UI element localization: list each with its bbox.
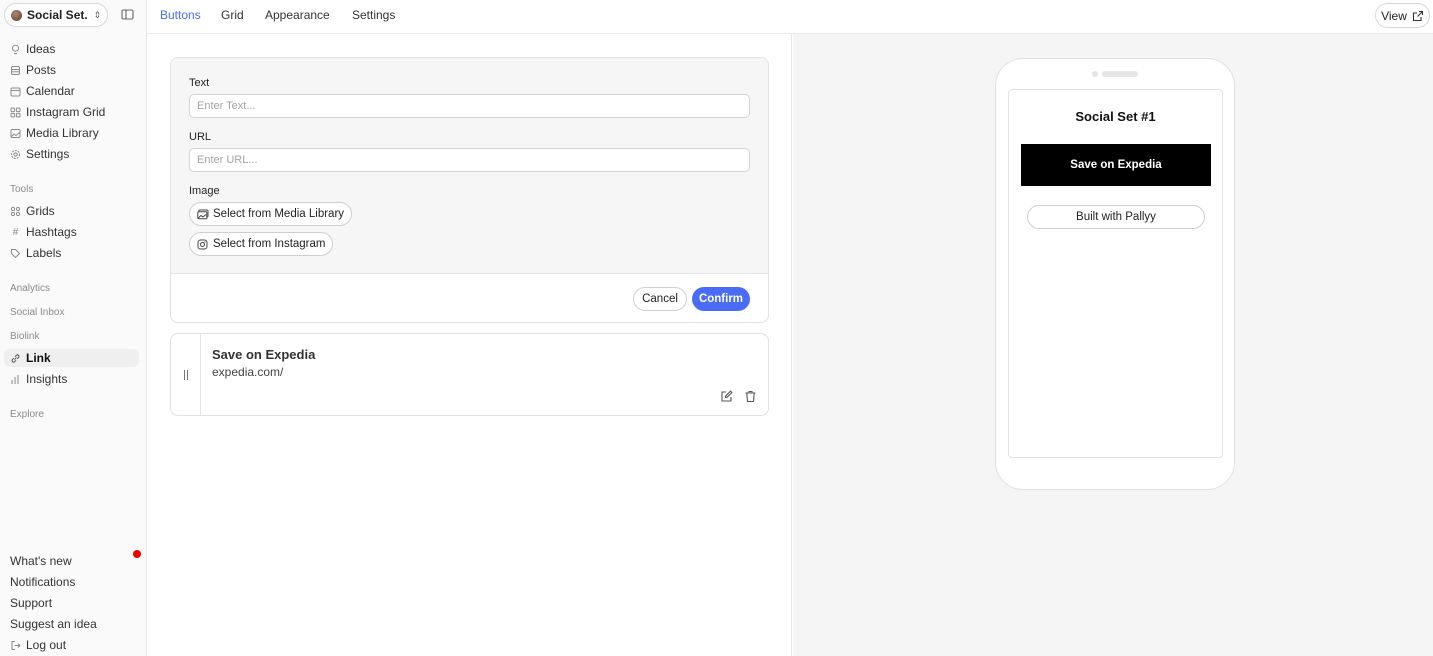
link-button-item: Save on Expedia expedia.com/ xyxy=(170,333,769,416)
logout-icon xyxy=(10,640,21,651)
sidebar-item-label: Grids xyxy=(26,204,55,218)
image-icon xyxy=(10,128,21,139)
sidebar-item-hashtags[interactable]: # Hashtags xyxy=(10,223,77,241)
add-button-form: Text URL Image Select from Media Library… xyxy=(170,57,769,323)
sidebar-item-posts[interactable]: Posts xyxy=(10,61,56,79)
sidebar-item-label: Hashtags xyxy=(26,225,77,239)
section-label-analytics[interactable]: Analytics xyxy=(10,283,50,294)
button-editor-panel: Text URL Image Select from Media Library… xyxy=(147,34,792,656)
sidebar-item-label: Insights xyxy=(26,372,68,386)
tab-grid[interactable]: Grid xyxy=(221,8,244,22)
sidebar-item-insights[interactable]: Insights xyxy=(10,370,67,388)
phone-speaker xyxy=(1102,71,1138,77)
tab-settings[interactable]: Settings xyxy=(352,8,395,22)
notifications-link[interactable]: Notifications xyxy=(10,575,75,589)
sidebar: Social Set... ⇕ Ideas Posts Calendar Ins… xyxy=(0,0,147,656)
phone-camera xyxy=(1092,71,1098,77)
sidebar-toggle-icon[interactable] xyxy=(121,8,134,21)
sidebar-item-settings[interactable]: Settings xyxy=(10,145,69,163)
sidebar-item-label: Settings xyxy=(26,147,70,161)
phone-mockup: Social Set #1 Save on Expedia Built with… xyxy=(995,58,1235,490)
workspace-name: Social Set... xyxy=(27,8,89,22)
lightbulb-icon xyxy=(10,44,21,55)
sidebar-item-media-library[interactable]: Media Library xyxy=(10,124,99,142)
image-label: Image xyxy=(189,185,220,197)
preview-link-button[interactable]: Save on Expedia xyxy=(1021,144,1211,186)
sidebar-item-label: Posts xyxy=(26,63,57,77)
top-tab-bar: Buttons Grid Appearance Settings View xyxy=(147,0,1433,34)
grid-icon xyxy=(10,206,21,217)
text-input[interactable] xyxy=(189,94,750,118)
url-input[interactable] xyxy=(189,148,750,172)
chevron-up-down-icon: ⇕ xyxy=(93,9,101,20)
built-with-badge[interactable]: Built with Pallyy xyxy=(1027,205,1205,229)
section-label-tools: Tools xyxy=(10,184,34,195)
link-item-title: Save on Expedia xyxy=(212,347,316,362)
sidebar-item-calendar[interactable]: Calendar xyxy=(10,82,75,100)
gear-icon xyxy=(10,149,21,160)
preview-title: Social Set #1 xyxy=(1075,109,1156,124)
select-from-media-library-button[interactable]: Select from Media Library xyxy=(189,202,353,226)
sidebar-item-label: Link xyxy=(26,351,51,365)
trash-icon[interactable] xyxy=(744,390,757,403)
sidebar-item-ideas[interactable]: Ideas xyxy=(10,40,55,58)
suggest-idea-link[interactable]: Suggest an idea xyxy=(10,617,97,631)
sidebar-item-instagram-grid[interactable]: Instagram Grid xyxy=(10,103,105,121)
hash-icon: # xyxy=(12,226,19,238)
edit-icon[interactable] xyxy=(720,390,733,403)
link-icon xyxy=(10,353,21,364)
bar-chart-icon xyxy=(10,374,21,385)
text-label: Text xyxy=(189,77,210,89)
grid-icon xyxy=(10,107,21,118)
calendar-icon xyxy=(10,86,21,97)
workspace-avatar xyxy=(11,9,22,21)
drag-handle[interactable] xyxy=(171,334,201,415)
section-label-social-inbox[interactable]: Social Inbox xyxy=(10,307,64,318)
section-label-explore[interactable]: Explore xyxy=(10,409,44,420)
media-library-button-label: Select from Media Library xyxy=(213,208,345,220)
form-body: Text URL Image Select from Media Library… xyxy=(171,58,768,274)
drag-handle-icon xyxy=(182,369,190,381)
view-label: View xyxy=(1381,8,1407,23)
tag-icon xyxy=(10,248,21,259)
sidebar-item-label: Calendar xyxy=(26,84,75,98)
sidebar-item-label: Labels xyxy=(26,246,62,260)
instagram-button-label: Select from Instagram xyxy=(213,238,326,250)
sidebar-item-labels[interactable]: Labels xyxy=(10,244,61,262)
select-from-instagram-button[interactable]: Select from Instagram xyxy=(189,232,334,256)
workspace-switcher[interactable]: Social Set... ⇕ xyxy=(4,3,108,27)
logout-label: Log out xyxy=(26,638,67,652)
sidebar-item-link[interactable]: Link xyxy=(4,349,139,367)
whats-new-link[interactable]: What's new xyxy=(10,554,72,568)
notification-dot xyxy=(133,550,141,558)
section-label-biolink: Biolink xyxy=(10,331,40,342)
sidebar-item-grids[interactable]: Grids xyxy=(10,202,55,220)
sidebar-item-label: Media Library xyxy=(26,126,99,140)
preview-panel: Social Set #1 Save on Expedia Built with… xyxy=(793,34,1433,656)
image-icon xyxy=(197,209,209,220)
tab-appearance[interactable]: Appearance xyxy=(265,8,330,22)
url-label: URL xyxy=(189,131,212,143)
stack-icon xyxy=(10,65,21,76)
sidebar-item-label: Instagram Grid xyxy=(26,105,106,119)
tab-buttons[interactable]: Buttons xyxy=(160,8,201,22)
confirm-button[interactable]: Confirm xyxy=(692,287,750,311)
link-item-url: expedia.com/ xyxy=(212,365,284,379)
cancel-button[interactable]: Cancel xyxy=(633,287,687,311)
instagram-icon xyxy=(197,239,208,250)
logout-link[interactable]: Log out xyxy=(10,636,66,654)
sidebar-item-label: Ideas xyxy=(26,42,56,56)
support-link[interactable]: Support xyxy=(10,596,52,610)
view-button[interactable]: View xyxy=(1375,3,1430,28)
phone-screen: Social Set #1 Save on Expedia Built with… xyxy=(1008,89,1223,458)
external-link-icon xyxy=(1412,10,1424,22)
